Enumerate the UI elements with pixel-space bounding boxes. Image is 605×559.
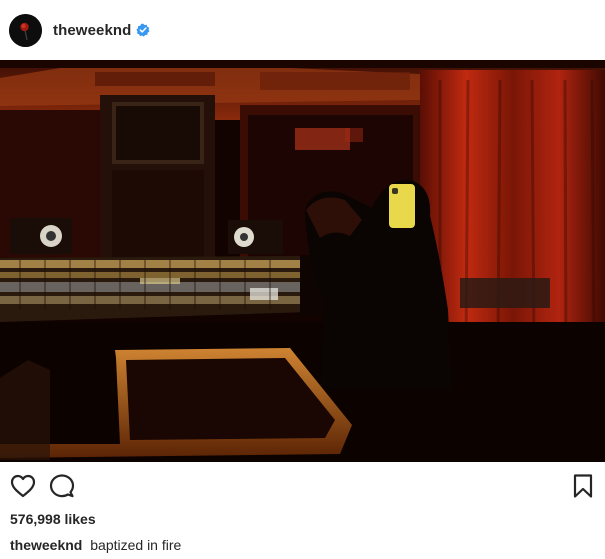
verified-badge-icon [136, 23, 150, 37]
likes-count[interactable]: 576,998 likes [10, 511, 96, 527]
studio-photo [0, 60, 605, 462]
comment-icon[interactable] [48, 472, 76, 500]
bookmark-icon[interactable] [569, 472, 597, 500]
caption-text: baptized in fire [90, 537, 182, 553]
heart-icon[interactable] [9, 472, 37, 500]
username[interactable]: theweeknd [53, 22, 131, 39]
post-header: theweeknd [0, 0, 605, 60]
caption: theweeknd baptized in fire [10, 537, 181, 553]
caption-username[interactable]: theweeknd [10, 537, 82, 553]
post-photo[interactable] [0, 60, 605, 462]
rose-icon [9, 13, 42, 47]
avatar[interactable] [9, 13, 42, 47]
action-bar [0, 468, 605, 502]
